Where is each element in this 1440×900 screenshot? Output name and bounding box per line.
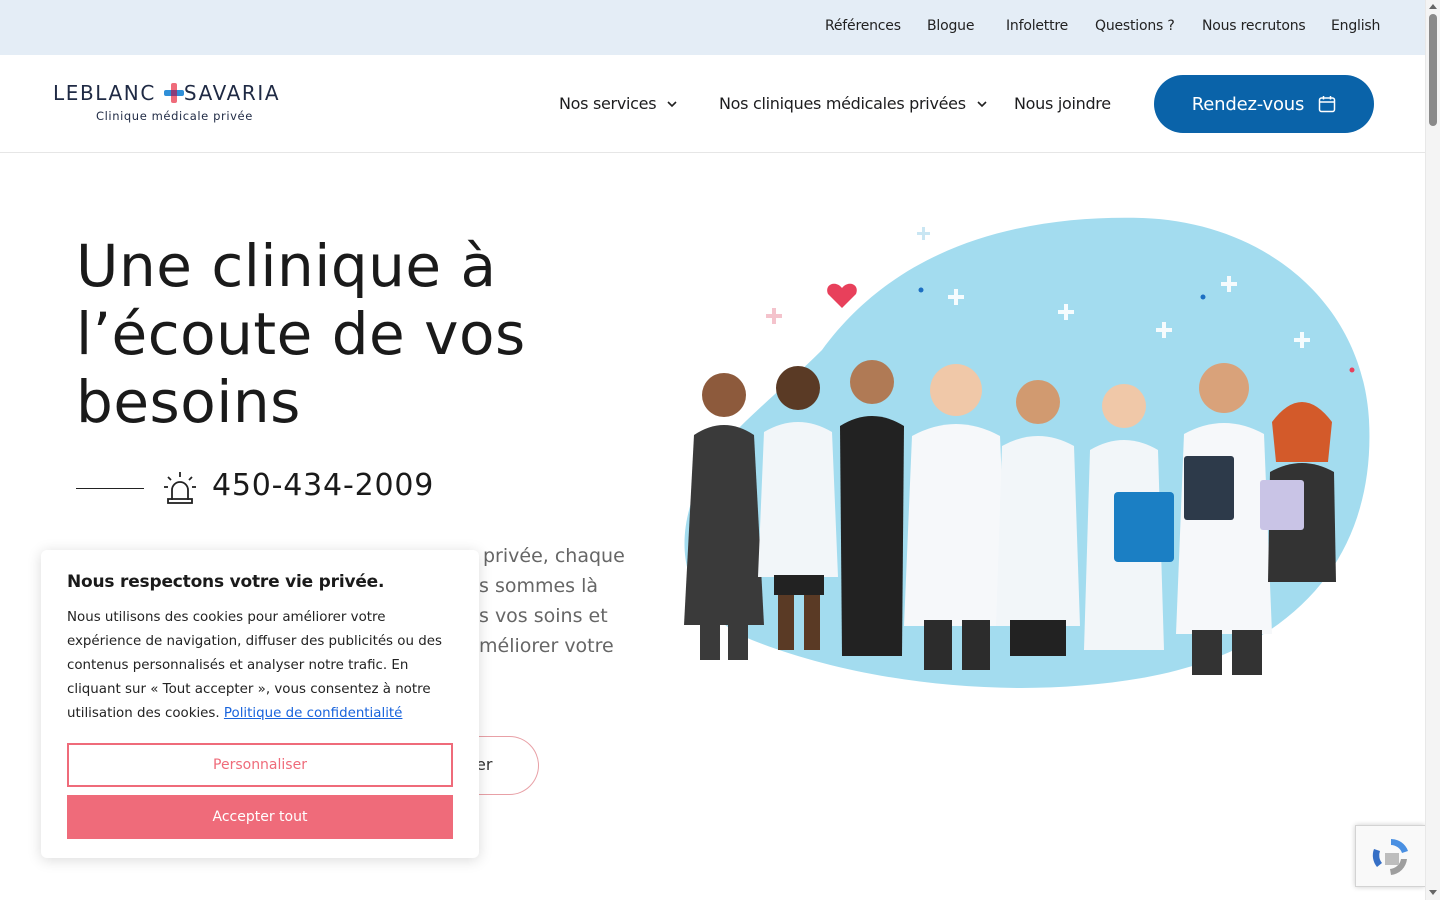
customize-button[interactable]: Personnaliser xyxy=(67,743,453,787)
hero-title: Une clinique à l’écoute de vos besoins xyxy=(76,232,526,436)
nav-services-label: Nos services xyxy=(559,94,657,113)
recaptcha-badge[interactable] xyxy=(1355,825,1425,887)
nav-clinics-label: Nos cliniques médicales privées xyxy=(719,94,966,113)
recaptcha-icon xyxy=(1372,839,1408,875)
topbar-link-blog[interactable]: Blogue xyxy=(927,18,974,34)
nav-contact-label: Nous joindre xyxy=(1014,94,1111,113)
chevron-down-icon xyxy=(977,100,987,107)
topbar-link-references[interactable]: Références xyxy=(825,18,901,34)
nav-clinics[interactable]: Nos cliniques médicales privées xyxy=(719,94,988,113)
topbar-link-careers[interactable]: Nous recrutons xyxy=(1202,18,1306,34)
logo-subtitle: Clinique médicale privée xyxy=(96,109,253,123)
cookie-body: Nous utilisons des cookies pour améliore… xyxy=(67,606,457,726)
nav-services[interactable]: Nos services xyxy=(559,94,678,113)
phone-divider xyxy=(76,488,144,489)
logo-cross-icon xyxy=(164,83,184,103)
scroll-up-arrow-icon[interactable] xyxy=(1429,4,1437,9)
site-logo[interactable]: LEBLANC SAVARIA Clinique médicale privée xyxy=(53,81,293,125)
topbar-link-questions[interactable]: Questions ? xyxy=(1095,18,1175,34)
main-header: LEBLANC SAVARIA Clinique médicale privée … xyxy=(0,55,1425,153)
cookie-body-text: Nous utilisons des cookies pour améliore… xyxy=(67,610,442,721)
appointment-button[interactable]: Rendez-vous xyxy=(1154,75,1374,133)
calendar-icon xyxy=(1318,96,1336,113)
top-utility-bar: Références Blogue Infolettre Questions ?… xyxy=(0,0,1425,55)
topbar-link-newsletter[interactable]: Infolettre xyxy=(1006,18,1068,34)
siren-icon xyxy=(164,472,196,504)
cookie-title: Nous respectons votre vie privée. xyxy=(67,572,385,592)
topbar-link-english[interactable]: English xyxy=(1331,18,1380,34)
accept-all-button[interactable]: Accepter tout xyxy=(67,795,453,839)
doctors-illustration xyxy=(684,217,1370,688)
cookie-consent-banner: Nous respectons votre vie privée. Nous u… xyxy=(41,550,479,858)
chevron-down-icon xyxy=(667,100,677,107)
appointment-button-label: Rendez-vous xyxy=(1191,93,1305,115)
scroll-thumb[interactable] xyxy=(1429,14,1437,126)
nav-contact[interactable]: Nous joindre xyxy=(1014,94,1111,113)
phone-number[interactable]: 450-434-2009 xyxy=(212,468,434,503)
scroll-down-arrow-icon[interactable] xyxy=(1429,890,1437,895)
page-scrollbar[interactable] xyxy=(1425,0,1440,900)
privacy-policy-link[interactable]: Politique de confidentialité xyxy=(224,706,403,721)
